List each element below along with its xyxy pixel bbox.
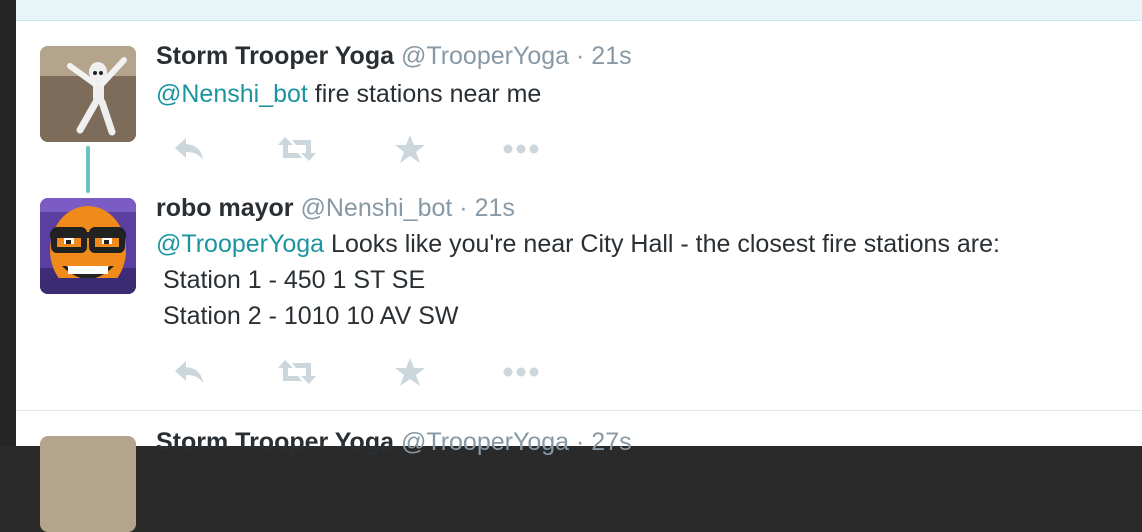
tweet-text: @TrooperYoga Looks like you're near City… (156, 226, 1000, 262)
tweet-timestamp[interactable]: 27s (591, 428, 631, 456)
tweet-line: Station 1 - 450 1 ST SE (156, 266, 426, 294)
tweet-header: Storm Trooper Yoga @TrooperYoga · 27s (156, 428, 632, 457)
more-button[interactable] (502, 134, 542, 164)
favorite-button[interactable] (394, 134, 434, 164)
retweet-button[interactable] (276, 357, 316, 387)
mention-link[interactable]: @TrooperYoga (156, 230, 324, 258)
more-icon (503, 144, 539, 154)
tweet-body: fire stations near me (307, 80, 542, 108)
pixel-mayor-avatar[interactable] (40, 198, 136, 294)
stormtrooper-yoga-avatar[interactable] (40, 46, 136, 142)
more-button[interactable] (502, 357, 542, 387)
author-name[interactable]: Storm Trooper Yoga (156, 42, 394, 70)
separator-dot: · (576, 428, 585, 456)
separator-dot: · (576, 42, 585, 70)
author-handle[interactable]: @TrooperYoga (401, 42, 569, 70)
more-icon (503, 367, 539, 377)
stormtrooper-yoga-avatar[interactable] (40, 436, 136, 532)
tweet-timestamp[interactable]: 21s (475, 194, 515, 222)
reply-button[interactable] (172, 134, 212, 164)
tweet-header: robo mayor @Nenshi_bot · 21s (156, 194, 515, 223)
favorite-icon (395, 135, 425, 163)
timeline-panel: Storm Trooper Yoga @TrooperYoga · 21s @N… (16, 0, 1142, 532)
author-handle[interactable]: @Nenshi_bot (300, 194, 452, 222)
retweet-icon (278, 137, 316, 161)
tweet-actions (158, 357, 558, 387)
favorite-button[interactable] (394, 357, 434, 387)
reply-icon (175, 361, 203, 383)
reply-icon (175, 138, 203, 160)
tweet-actions (158, 134, 558, 164)
author-handle[interactable]: @TrooperYoga (401, 428, 569, 456)
thread-connector (86, 146, 90, 193)
tweet-text: @Nenshi_bot fire stations near me (156, 76, 541, 112)
mention-link[interactable]: @Nenshi_bot (156, 80, 308, 108)
author-name[interactable]: Storm Trooper Yoga (156, 428, 394, 456)
tweet-timestamp[interactable]: 21s (591, 42, 631, 70)
reply-button[interactable] (172, 357, 212, 387)
window-edge (0, 0, 16, 446)
favorite-icon (395, 358, 425, 386)
tweet-header: Storm Trooper Yoga @TrooperYoga · 21s (156, 42, 632, 71)
tweet-divider (16, 410, 1142, 411)
tweet-line: Station 2 - 1010 10 AV SW (156, 302, 459, 330)
new-tweets-bar[interactable] (16, 0, 1142, 21)
tweet-body: Looks like you're near City Hall - the c… (324, 230, 1000, 258)
author-name[interactable]: robo mayor (156, 194, 294, 222)
separator-dot: · (459, 194, 468, 222)
retweet-button[interactable] (276, 134, 316, 164)
retweet-icon (278, 360, 316, 384)
